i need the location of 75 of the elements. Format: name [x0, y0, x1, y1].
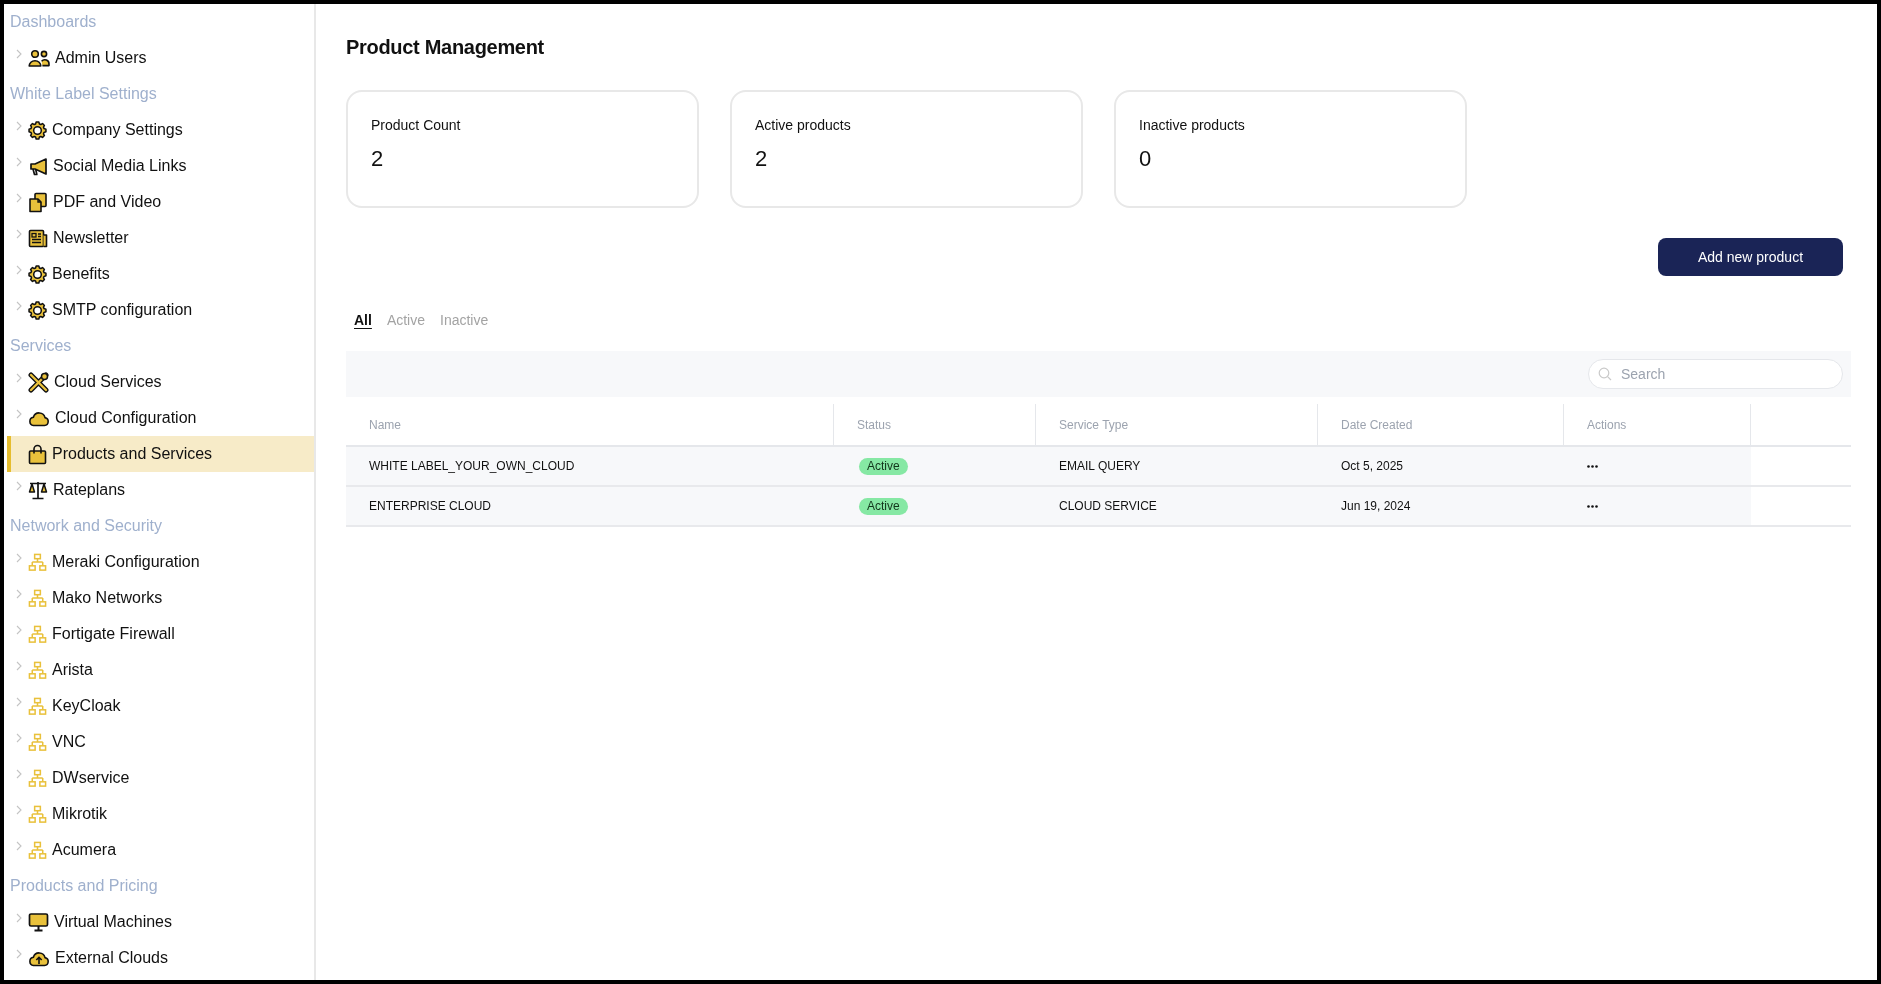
stat-value: 0 — [1139, 145, 1152, 173]
more-options-icon[interactable] — [1587, 464, 1598, 468]
users-icon — [28, 49, 50, 67]
column-header: Actions — [1564, 404, 1751, 445]
sidebar-item[interactable]: Products and Services — [7, 436, 314, 472]
stat-value: 2 — [755, 145, 768, 173]
sidebar-item[interactable]: Benefits — [4, 256, 314, 292]
sidebar-item[interactable]: Newsletter — [4, 220, 314, 256]
megaphone-icon — [28, 156, 48, 176]
column-header: Name — [346, 404, 834, 445]
stat-value: 2 — [371, 145, 384, 173]
sidebar-item[interactable]: Acumera — [4, 832, 314, 868]
column-header: Status — [834, 404, 1036, 445]
sitemap-icon — [28, 696, 47, 716]
sitemap-icon — [28, 660, 47, 680]
monitor-icon — [28, 912, 49, 932]
sitemap-icon — [28, 732, 47, 752]
column-header: Date Created — [1318, 404, 1564, 445]
wrench-screwdriver-icon — [28, 371, 49, 393]
stat-label: Active products — [755, 116, 851, 135]
gear-icon — [28, 300, 47, 320]
gear-icon — [28, 264, 47, 284]
sidebar-item[interactable]: DWservice — [4, 760, 314, 796]
sitemap-icon — [28, 552, 47, 572]
filter-tab[interactable]: All — [354, 310, 372, 330]
sidebar-item[interactable]: Arista — [4, 652, 314, 688]
sidebar-item[interactable]: Fortigate Firewall — [4, 616, 314, 652]
sitemap-icon — [28, 804, 47, 824]
sidebar-item[interactable]: Mako Networks — [4, 580, 314, 616]
sidebar-section-title: Services — [10, 336, 72, 356]
cloud-upload-icon — [28, 949, 50, 967]
search-field[interactable]: Search — [1588, 359, 1843, 389]
sidebar-section-title: Network and Security — [10, 516, 163, 536]
page-title: Product Management — [346, 35, 544, 59]
add-product-button[interactable]: Add new product — [1658, 238, 1843, 276]
sidebar-item[interactable]: SMTP configuration — [4, 292, 314, 328]
sidebar-section-title: White Label Settings — [10, 84, 157, 104]
sidebar-item[interactable]: KeyCloak — [4, 688, 314, 724]
column-header: Service Type — [1036, 404, 1318, 445]
sidebar-item[interactable]: PDF and Video — [4, 184, 314, 220]
table-cell: WHITE LABEL_YOUR_OWN_CLOUD — [346, 447, 834, 485]
sitemap-icon — [28, 768, 47, 788]
sidebar-item[interactable]: Cloud Services — [4, 364, 314, 400]
table-cell: Oct 5, 2025 — [1318, 447, 1564, 485]
sidebar-item[interactable]: Meraki Configuration — [4, 544, 314, 580]
sidebar-item[interactable]: External Clouds — [4, 940, 314, 976]
table-cell: ENTERPRISE CLOUD — [346, 487, 834, 525]
sidebar-item[interactable]: Rateplans — [4, 472, 314, 508]
sitemap-icon — [28, 840, 47, 860]
cloud-icon — [28, 409, 50, 427]
stat-label: Product Count — [371, 116, 461, 135]
sidebar-item[interactable]: Company Settings — [4, 112, 314, 148]
search-icon — [1598, 367, 1612, 381]
sidebar-item[interactable]: Social Media Links — [4, 148, 314, 184]
sidebar-item[interactable]: Admin Users — [4, 40, 314, 76]
sidebar-item[interactable]: VNC — [4, 724, 314, 760]
shopping-bag-icon — [28, 443, 47, 465]
table-cell: Jun 19, 2024 — [1318, 487, 1564, 525]
sidebar-item[interactable]: Mikrotik — [4, 796, 314, 832]
newspaper-icon — [28, 228, 48, 248]
sitemap-icon — [28, 624, 47, 644]
table-cell: EMAIL QUERY — [1036, 447, 1318, 485]
gear-icon — [28, 120, 47, 140]
sidebar-item[interactable]: Cloud Configuration — [4, 400, 314, 436]
stat-label: Inactive products — [1139, 116, 1245, 135]
status-badge: Active — [859, 457, 908, 475]
sidebar-item[interactable]: Virtual Machines — [4, 904, 314, 940]
sitemap-icon — [28, 588, 47, 608]
table-cell: CLOUD SERVICE — [1036, 487, 1318, 525]
sidebar-section-title: Products and Pricing — [10, 876, 158, 896]
scales-icon — [28, 480, 48, 500]
more-options-icon[interactable] — [1587, 504, 1598, 508]
documents-icon — [28, 191, 48, 213]
sidebar-section-title: Dashboards — [10, 12, 97, 32]
status-badge: Active — [859, 497, 908, 515]
